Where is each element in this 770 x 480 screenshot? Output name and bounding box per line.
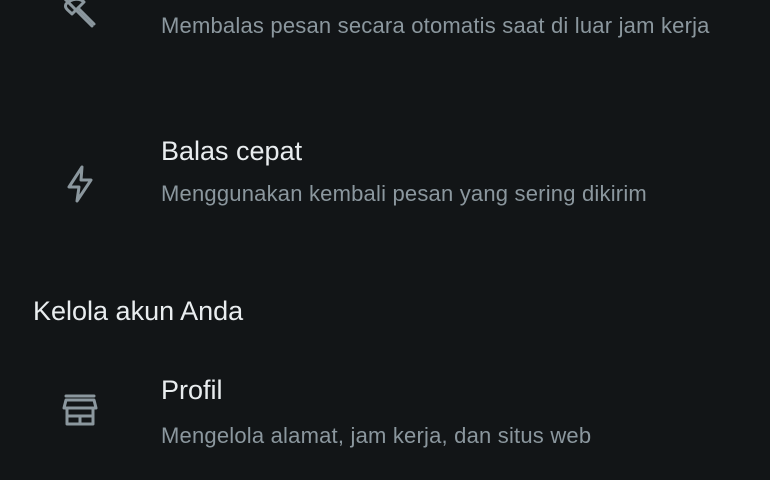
manage-account-section-title: Kelola akun Anda	[33, 296, 244, 326]
quick-replies-item[interactable]: Balas cepat Menggunakan kembali pesan ya…	[0, 120, 770, 250]
lightning-bolt-icon	[58, 162, 102, 206]
away-message-item[interactable]: Membalas pesan secara otomatis saat di l…	[0, 0, 770, 80]
profile-description: Mengelola alamat, jam kerja, dan situs w…	[161, 423, 592, 448]
business-tools-screen: Membalas pesan secara otomatis saat di l…	[0, 0, 770, 480]
storefront-icon	[58, 388, 102, 432]
away-message-description: Membalas pesan secara otomatis saat di l…	[161, 13, 710, 38]
quick-replies-description: Menggunakan kembali pesan yang sering di…	[161, 181, 647, 206]
profile-title: Profil	[161, 375, 223, 405]
profile-item[interactable]: Profil Mengelola alamat, jam kerja, dan …	[0, 360, 770, 470]
quick-replies-title: Balas cepat	[161, 136, 303, 166]
beach-umbrella-off-icon	[58, 0, 102, 36]
